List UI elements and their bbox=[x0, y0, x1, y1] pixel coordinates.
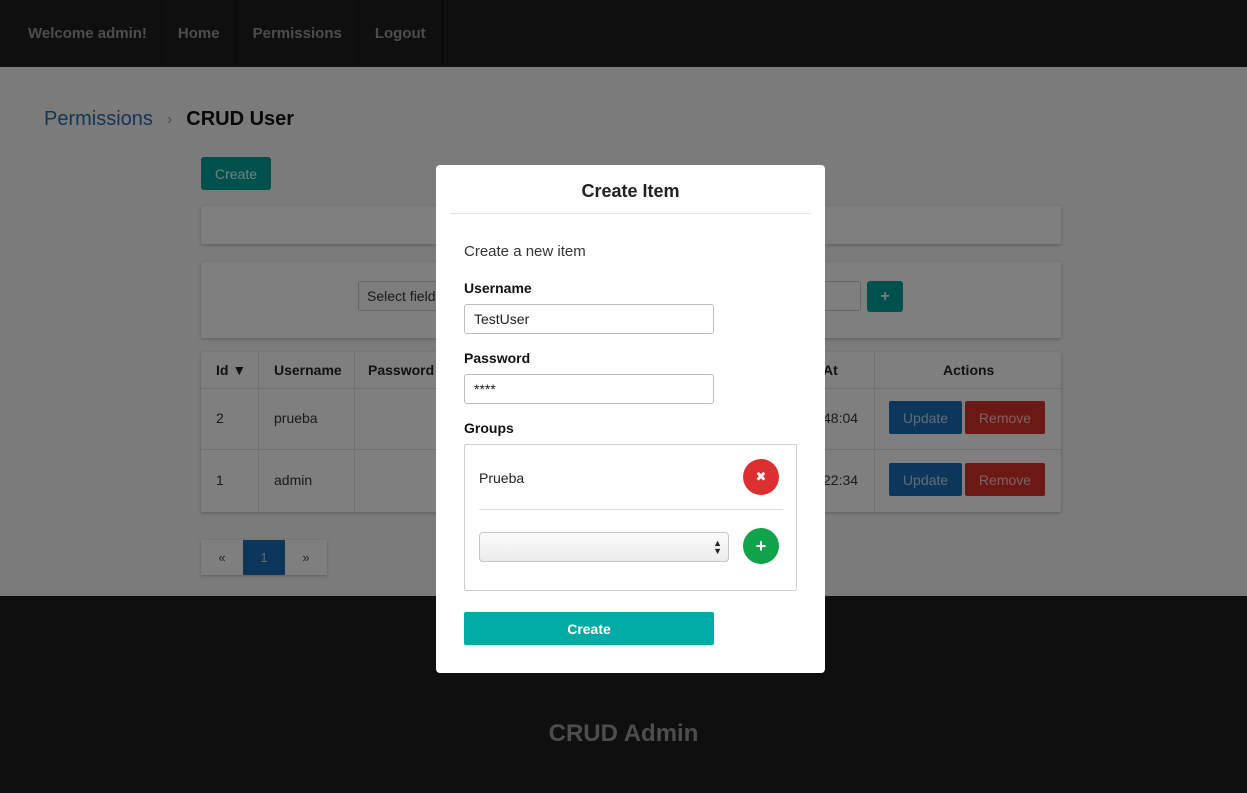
modal-title: Create Item bbox=[581, 181, 680, 201]
groups-divider bbox=[479, 509, 783, 510]
group-select[interactable]: ▲ ▼ bbox=[479, 532, 729, 562]
submit-create-button[interactable]: Create bbox=[464, 612, 714, 645]
modal-divider bbox=[450, 213, 811, 214]
password-input[interactable] bbox=[464, 374, 714, 404]
groups-label: Groups bbox=[464, 420, 514, 436]
close-icon: ✖ bbox=[755, 469, 767, 484]
select-arrows-icon: ▲ ▼ bbox=[713, 538, 722, 556]
username-label: Username bbox=[464, 280, 532, 296]
password-label: Password bbox=[464, 350, 531, 366]
groups-box: Prueba ✖ ▲ ▼ + bbox=[464, 444, 797, 591]
modal-subtitle: Create a new item bbox=[464, 243, 586, 260]
username-input[interactable] bbox=[464, 304, 714, 334]
plus-icon: + bbox=[755, 535, 767, 556]
create-item-modal: Create Item Create a new item Username P… bbox=[436, 165, 825, 673]
remove-group-button[interactable]: ✖ bbox=[743, 459, 779, 495]
group-item-name: Prueba bbox=[479, 470, 525, 486]
add-group-button[interactable]: + bbox=[743, 528, 779, 564]
